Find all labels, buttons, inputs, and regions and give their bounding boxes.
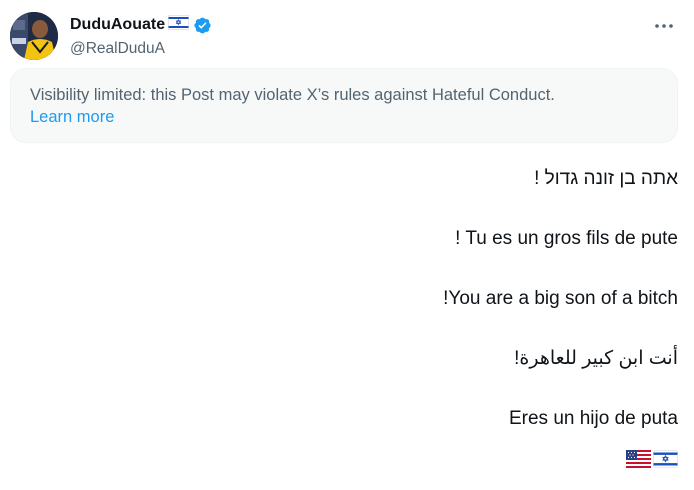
verified-badge-icon[interactable] bbox=[193, 16, 212, 35]
post-line-spanish: Eres un hijo de puta bbox=[508, 408, 678, 429]
visibility-notice-text: Visibility limited: this Post may violat… bbox=[30, 86, 555, 104]
post-emojis bbox=[626, 450, 678, 473]
post-line-hebrew: אתה בן זונה גדול ! bbox=[534, 168, 678, 189]
avatar[interactable] bbox=[10, 12, 58, 60]
learn-more-link[interactable]: Learn more bbox=[30, 106, 114, 128]
israel-flag-icon bbox=[168, 15, 189, 35]
more-horizontal-icon[interactable] bbox=[652, 16, 676, 36]
israel-flag-icon bbox=[653, 450, 678, 473]
post-line-arabic: أنت ابن كبير للعاهرة! bbox=[514, 348, 678, 369]
display-name-row: DuduAouate bbox=[70, 14, 212, 36]
display-name[interactable]: DuduAouate bbox=[70, 16, 165, 34]
post-header: DuduAouate @RealDuduA bbox=[10, 12, 682, 62]
visibility-notice: Visibility limited: this Post may violat… bbox=[10, 68, 678, 143]
author-names: DuduAouate @RealDuduA bbox=[70, 14, 212, 58]
post-text: אתה בן זונה גדול ! ! Tu es un gros fils … bbox=[18, 160, 678, 460]
post: DuduAouate @RealDuduA Visibility limited… bbox=[0, 0, 694, 490]
post-line-french: ! Tu es un gros fils de pute bbox=[455, 228, 678, 249]
avatar-image bbox=[10, 12, 58, 60]
usa-flag-icon bbox=[626, 450, 651, 473]
post-line-english: !You are a big son of a bitch bbox=[443, 288, 678, 309]
author-handle[interactable]: @RealDuduA bbox=[70, 40, 212, 58]
